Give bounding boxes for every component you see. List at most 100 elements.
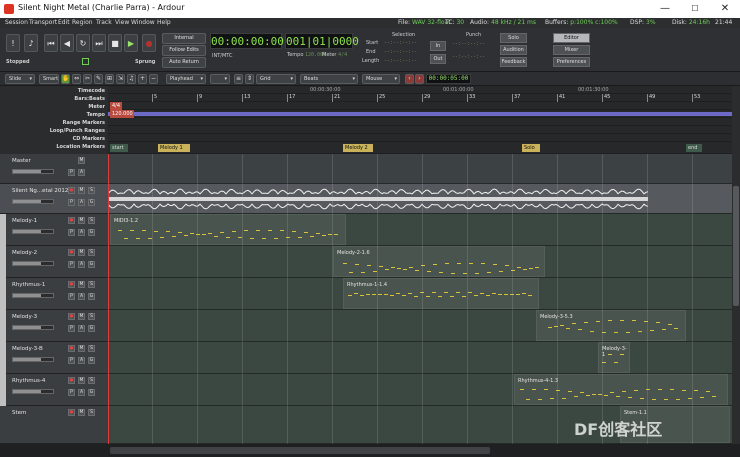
menu-transport[interactable]: Transport — [29, 19, 57, 26]
location-marker-solo[interactable]: Solo — [522, 144, 540, 152]
melody-3-lane[interactable]: Melody-3-5.3 — [108, 310, 732, 342]
ruler-label-timecode[interactable]: Timecode — [78, 88, 105, 94]
midi-note[interactable] — [604, 395, 608, 396]
midi-note[interactable] — [468, 292, 472, 293]
track-name[interactable]: Stem — [12, 410, 26, 416]
punch-in-clock[interactable]: --:--:--:-- — [452, 41, 485, 47]
midi-note[interactable] — [292, 231, 296, 232]
mute-button[interactable]: M — [78, 217, 85, 224]
playlist-button[interactable]: P — [68, 199, 75, 206]
midi-note[interactable] — [614, 362, 618, 363]
midi-note[interactable] — [378, 294, 382, 295]
gain-fader[interactable] — [12, 357, 54, 362]
midi-note[interactable] — [130, 230, 134, 231]
range-markers-ruler[interactable] — [108, 118, 732, 126]
midi-note[interactable] — [590, 331, 594, 332]
midi-note[interactable] — [355, 264, 359, 265]
rhythmus-4-lane[interactable]: Rhythmus-4-1.3 — [108, 374, 732, 406]
gain-fader[interactable] — [12, 325, 54, 330]
midi-note[interactable] — [622, 391, 626, 392]
rewind-icon[interactable]: ◀ — [60, 34, 74, 52]
play-icon[interactable]: ▶ — [124, 34, 138, 52]
midi-note[interactable] — [334, 234, 338, 235]
midi-note[interactable] — [520, 389, 524, 390]
midi-note[interactable] — [118, 230, 122, 231]
midi-note[interactable] — [656, 322, 660, 323]
range-tool-icon[interactable]: ⇔ — [72, 74, 81, 84]
midi-note[interactable] — [505, 265, 509, 266]
solo-button[interactable]: S — [88, 409, 95, 416]
midi-note[interactable] — [190, 233, 194, 234]
record-arm-button[interactable]: ● — [68, 217, 75, 224]
track-header-melody-3[interactable]: Melody-3 ● M S P A G — [0, 310, 108, 342]
record-arm-button[interactable]: ● — [68, 281, 75, 288]
mute-button[interactable]: M — [78, 249, 85, 256]
zoom-in-icon[interactable]: + — [138, 74, 147, 84]
midi-note[interactable] — [172, 236, 176, 237]
midi-note[interactable] — [268, 230, 272, 231]
midi-note[interactable] — [415, 270, 419, 271]
record-arm-button[interactable]: ● — [68, 345, 75, 352]
menu-help[interactable]: Help — [157, 19, 171, 26]
playlist-button[interactable]: P — [68, 293, 75, 300]
solo-button[interactable]: S — [88, 313, 95, 320]
automation-button[interactable]: A — [78, 293, 85, 300]
midi-note[interactable] — [384, 294, 388, 295]
track-name[interactable]: Silent Ng...etal 2012 — [12, 188, 68, 194]
midi-note[interactable] — [409, 267, 413, 268]
close-button[interactable]: ✕ — [710, 0, 740, 18]
midi-note[interactable] — [526, 399, 530, 400]
midi-note[interactable] — [616, 396, 620, 397]
record-arm-button[interactable]: ● — [68, 313, 75, 320]
midi-note[interactable] — [178, 232, 182, 233]
midi-note[interactable] — [439, 272, 443, 273]
midi-note[interactable] — [608, 320, 612, 321]
solo-button[interactable]: S — [88, 187, 95, 194]
midi-note[interactable] — [390, 295, 394, 296]
midi-note[interactable] — [634, 390, 638, 391]
mute-button[interactable]: M — [78, 345, 85, 352]
punch-out-clock[interactable]: --:--:--:-- — [452, 54, 485, 60]
follow-edits-button[interactable]: Follow Edits — [162, 45, 206, 56]
midi-note[interactable] — [408, 293, 412, 294]
midi-note[interactable] — [610, 392, 614, 393]
track-name[interactable]: Melody-2 — [12, 250, 37, 256]
midi-note[interactable] — [498, 294, 502, 295]
midi-note[interactable] — [592, 394, 596, 395]
record-arm-button[interactable]: ● — [68, 409, 75, 416]
menu-region[interactable]: Region — [72, 19, 93, 26]
midi-note[interactable] — [608, 354, 612, 355]
midi-note[interactable] — [664, 399, 668, 400]
punch-out-button[interactable]: Out — [430, 54, 446, 64]
midi-note[interactable] — [668, 324, 672, 325]
solo-button[interactable]: S — [88, 249, 95, 256]
gain-fader[interactable] — [12, 199, 54, 204]
midi-note[interactable] — [620, 320, 624, 321]
midi-note[interactable] — [445, 263, 449, 264]
auto-return-button[interactable]: Auto Return — [162, 57, 206, 68]
editor-canvas[interactable]: MIDI3-1.2 Melody-2-1.6 Rhythmus-1-1.4 Me… — [108, 154, 732, 444]
track-header-melody-1[interactable]: Melody-1 ● M S P A G — [0, 214, 108, 246]
midi-note[interactable] — [529, 268, 533, 269]
midi-note[interactable] — [403, 269, 407, 270]
preferences-button[interactable]: Preferences — [553, 57, 590, 67]
record-arm-button[interactable]: ● — [68, 249, 75, 256]
midi-note[interactable] — [532, 389, 536, 390]
audition-button[interactable]: Audition — [500, 45, 527, 55]
midi-note[interactable] — [544, 389, 548, 390]
midi-note[interactable] — [568, 391, 572, 392]
group-button[interactable]: G — [88, 325, 95, 332]
midi-note[interactable] — [414, 296, 418, 297]
midi-note[interactable] — [372, 294, 376, 295]
loop-punch-ruler[interactable] — [108, 126, 732, 134]
automation-button[interactable]: A — [78, 261, 85, 268]
melody-3-b-lane[interactable]: Melody-3-1 — [108, 342, 732, 374]
rhythmus-1-lane[interactable]: Rhythmus-1-1.4 — [108, 278, 732, 310]
goto-end-icon[interactable]: ⏭ — [92, 34, 106, 52]
tempo-ruler[interactable]: 120.000 — [108, 110, 732, 118]
midi-note[interactable] — [220, 232, 224, 233]
midi-note[interactable] — [136, 238, 140, 239]
midi-note[interactable] — [548, 327, 552, 328]
grid-type-select[interactable]: Beats ▾ — [300, 74, 358, 84]
midi-note[interactable] — [214, 236, 218, 237]
